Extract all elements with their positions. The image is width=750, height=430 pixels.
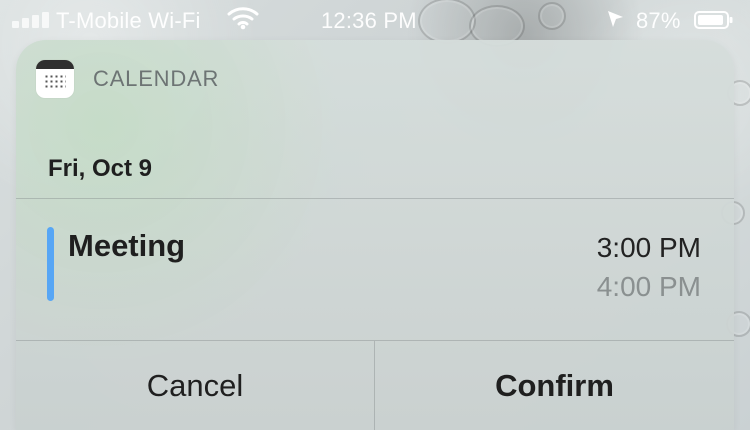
battery-icon <box>694 11 733 29</box>
app-name: CALENDAR <box>93 66 220 91</box>
signal-bar <box>22 18 29 28</box>
wifi-icon <box>227 7 259 30</box>
signal-bar <box>42 12 49 28</box>
signal-bar <box>12 21 19 28</box>
confirm-button[interactable]: Confirm <box>375 341 734 430</box>
battery-percent-label: 87% <box>636 8 681 33</box>
event-color-marker <box>47 227 54 301</box>
calendar-app-icon <box>36 60 74 98</box>
calendar-app-icon-grid <box>44 74 66 88</box>
event-start-time: 3:00 PM <box>596 232 701 263</box>
signal-bar <box>32 15 39 28</box>
status-bar: T-Mobile Wi-Fi 12:36 PM 87% <box>0 0 750 40</box>
event-date: Fri, Oct 9 <box>48 155 153 182</box>
event-title: Meeting <box>68 228 186 263</box>
carrier-label: T-Mobile Wi-Fi <box>56 8 201 33</box>
event-end-time: 4:00 PM <box>596 270 701 302</box>
calendar-notification-card: CALENDAR Fri, Oct 9 Meeting 3:00 PM 4:00… <box>16 40 734 430</box>
event-times: 3:00 PM 4:00 PM <box>597 231 701 303</box>
event-row: Meeting 3:00 PM 4:00 PM <box>16 199 734 339</box>
app-header: CALENDAR <box>36 60 336 98</box>
calendar-app-icon-header <box>36 60 74 69</box>
cancel-button[interactable]: Cancel <box>16 341 374 430</box>
time-label: 12:36 PM <box>321 8 417 33</box>
signal-bars-icon <box>12 10 54 28</box>
location-arrow-icon <box>608 11 623 27</box>
actions-row: Cancel Confirm <box>16 341 734 430</box>
